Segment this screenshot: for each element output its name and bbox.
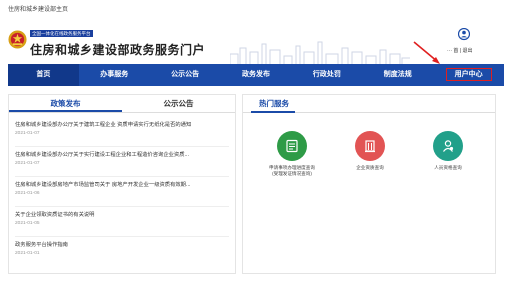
list-item[interactable]: 关于企业领取资质证书的有关说明 2021-01-05 [15, 207, 229, 237]
news-tabs: 政策发布 公示公告 [9, 95, 235, 113]
top-breadcrumb-bar: 住房和城乡建设部主页 [0, 0, 512, 20]
service-enterprise-circle[interactable] [355, 131, 385, 161]
service-progress-circle[interactable] [277, 131, 307, 161]
service-progress-label: 申请事项办理进度查询 (受理发证情况查询) [257, 165, 327, 177]
news-panel: 政策发布 公示公告 住房和城乡建设部办公厅关于建筑工程企业 资质申请实行无纸化是… [8, 94, 236, 274]
nav-announcements-label: 公示公告 [171, 71, 200, 78]
news-date: 2021-01-05 [15, 221, 40, 226]
news-title[interactable]: 政务服务平台操作指南 [15, 241, 229, 249]
list-item[interactable]: 住房和城乡建设部房地产市场监管司关于 房地产开发企业一级资质有效期... 202… [15, 177, 229, 207]
nav-administrative-penalties-label: 行政处罚 [312, 71, 341, 78]
tab-announcements[interactable]: 公示公告 [122, 95, 235, 112]
service-enterprise-label: 企业资质查询 [335, 165, 405, 171]
user-links[interactable]: ··· 首 | 退出 [447, 47, 472, 54]
nav-services[interactable]: 办事服务 [79, 64, 150, 86]
user-icon[interactable] [458, 28, 470, 42]
news-date: 2021-01-07 [15, 161, 40, 166]
topbar-text: 住房和城乡建设部主页 [8, 7, 69, 13]
service-progress-query[interactable]: 申请事项办理进度查询 (受理发证情况查询) [257, 131, 327, 177]
nav-regulations[interactable]: 制度法规 [362, 64, 433, 86]
hot-services-header: 热门服务 [243, 95, 495, 113]
tab-policy-releases[interactable]: 政策发布 [9, 95, 122, 112]
nav-administrative-penalties[interactable]: 行政处罚 [291, 64, 362, 86]
person-icon [443, 140, 454, 152]
nav-government-releases[interactable]: 政务发布 [221, 64, 292, 86]
page-title: 住房和城乡建设部政务服务门户 [30, 43, 206, 57]
news-date: 2021-01-06 [15, 191, 40, 196]
service-personnel-qualification[interactable]: 人员资格查询 [413, 131, 483, 171]
platform-badge: 全国一体化在线政务服务平台 [30, 30, 93, 37]
news-title[interactable]: 住房和城乡建设部办公厅关于实行建设工程企业和工程造价咨询企业资质... [15, 151, 229, 159]
news-title[interactable]: 住房和城乡建设部办公厅关于建筑工程企业 资质申请实行无纸化是否的通知 [15, 121, 229, 129]
service-enterprise-qualification[interactable]: 企业资质查询 [335, 131, 405, 171]
list-item[interactable]: 住房和城乡建设部办公厅关于实行建设工程企业和工程造价咨询企业资质... 2021… [15, 147, 229, 177]
news-title[interactable]: 住房和城乡建设部房地产市场监管司关于 房地产开发企业一级资质有效期... [15, 181, 229, 189]
list-item[interactable]: 政务服务平台操作指南 2021-01-01 [15, 237, 229, 267]
service-enterprise-label-line1: 企业资质查询 [356, 165, 384, 170]
service-personnel-label: 人员资格查询 [413, 165, 483, 171]
service-personnel-circle[interactable] [433, 131, 463, 161]
news-date: 2021-01-01 [15, 251, 40, 256]
nav-government-releases-label: 政务发布 [242, 71, 270, 78]
nav-announcements[interactable]: 公示公告 [150, 64, 221, 86]
news-date: 2021-01-07 [15, 131, 40, 136]
news-list: 住房和城乡建设部办公厅关于建筑工程企业 资质申请实行无纸化是否的通知 2021-… [9, 113, 235, 271]
nav-home-label: 首页 [36, 71, 51, 78]
skyline-decoration [230, 41, 410, 64]
nav-home[interactable]: 首页 [8, 64, 79, 86]
nav-user-center-label: 用户中心 [445, 68, 492, 81]
nav-services-label: 办事服务 [100, 71, 129, 78]
hot-services-panel: 热门服务 申请事项办理进度查询 (受理发证情况查询) 企业资质查询 人员资格查询 [242, 94, 496, 274]
news-title[interactable]: 关于企业领取资质证书的有关说明 [15, 211, 229, 219]
building-icon [365, 140, 375, 153]
national-emblem-icon [8, 30, 27, 49]
nav-user-center[interactable]: 用户中心 [433, 64, 504, 86]
service-progress-label-line2: (受理发证情况查询) [272, 171, 312, 176]
service-personnel-label-line1: 人员资格查询 [434, 165, 462, 170]
document-icon [286, 139, 298, 153]
hot-services-underline [251, 111, 295, 113]
red-arrow-annotation [413, 41, 440, 64]
list-item[interactable]: 住房和城乡建设部办公厅关于建筑工程企业 资质申请实行无纸化是否的通知 2021-… [15, 117, 229, 147]
nav-regulations-label: 制度法规 [383, 71, 412, 78]
main-navbar: 首页 办事服务 公示公告 政务发布 行政处罚 制度法规 用户中心 [8, 64, 504, 86]
